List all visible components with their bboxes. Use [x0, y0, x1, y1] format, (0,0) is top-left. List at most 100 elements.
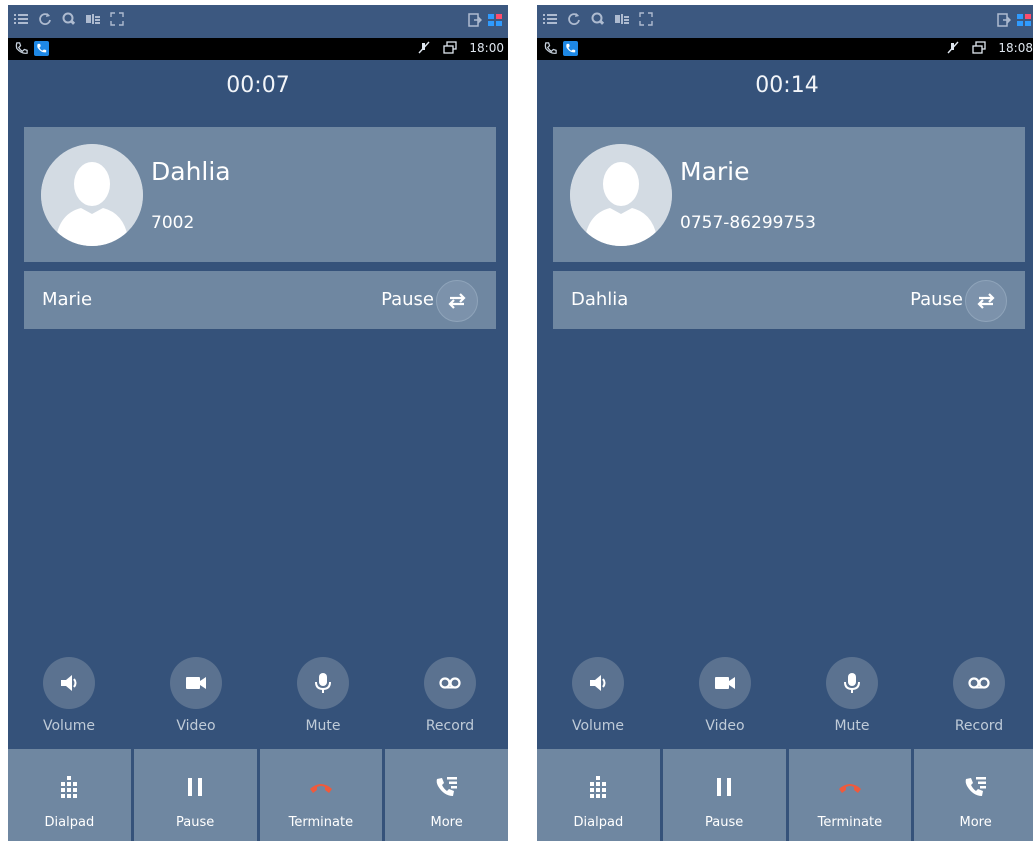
caller-number: 7002: [151, 213, 195, 233]
dialpad-label: Dialpad: [44, 815, 95, 830]
volume-button[interactable]: Volume: [558, 657, 638, 734]
video-icon: [186, 677, 206, 689]
status-bar: 18:08: [537, 38, 1033, 60]
top-bar: [8, 5, 508, 38]
call-actions: Volume Video Mute Record: [537, 657, 1033, 737]
refresh-icon[interactable]: [38, 12, 52, 26]
mic-icon: [315, 673, 331, 693]
call-timer: 00:07: [226, 73, 290, 98]
call-screen-right: 18:08 00:14 Marie 0757-86299753 Dahlia P…: [537, 5, 1033, 841]
mic-icon: [844, 673, 860, 693]
mute-off-icon: [418, 41, 430, 54]
hangup-icon: [309, 784, 332, 793]
status-bar: 18:00: [8, 38, 508, 60]
grid-icon[interactable]: [488, 13, 502, 27]
dialpad-tab[interactable]: Dialpad: [537, 749, 660, 841]
terminate-label: Terminate: [817, 815, 883, 830]
pause-label: Pause: [176, 815, 215, 830]
caller-name: Marie: [680, 157, 750, 186]
more-tab[interactable]: More: [914, 749, 1033, 841]
exit-icon[interactable]: [997, 13, 1011, 27]
volume-label: Volume: [571, 718, 625, 734]
held-call-row[interactable]: Marie Pause: [24, 271, 496, 329]
bottom-toolbar: Dialpad Pause Terminate More: [8, 749, 508, 841]
video-label: Video: [705, 718, 745, 734]
record-button[interactable]: Record: [939, 657, 1019, 734]
swap-icon: [448, 293, 466, 309]
more-tab[interactable]: More: [385, 749, 508, 841]
held-call-row[interactable]: Dahlia Pause: [553, 271, 1025, 329]
more-label: More: [430, 815, 463, 830]
phone-icon: [544, 42, 557, 54]
pause-icon: [717, 778, 732, 796]
mute-label: Mute: [305, 718, 341, 734]
swap-call-button[interactable]: [436, 280, 478, 322]
active-call-icon: [34, 41, 49, 56]
mute-button[interactable]: Mute: [812, 657, 892, 734]
pause-icon: [188, 778, 203, 796]
voicemail-icon: [439, 677, 461, 689]
volume-label: Volume: [42, 718, 96, 734]
pause-tab[interactable]: Pause: [662, 749, 786, 841]
zoom-icon[interactable]: [591, 12, 605, 26]
signal-icon[interactable]: [86, 12, 100, 26]
avatar: [570, 144, 672, 246]
terminate-tab[interactable]: Terminate: [259, 749, 383, 841]
pause-tab[interactable]: Pause: [133, 749, 257, 841]
active-caller-card: Marie 0757-86299753: [553, 127, 1025, 262]
record-button[interactable]: Record: [410, 657, 490, 734]
window-icon: [443, 41, 458, 54]
caller-number: 0757-86299753: [680, 213, 816, 233]
top-bar: [537, 5, 1033, 38]
call-timer: 00:14: [755, 73, 819, 98]
terminate-label: Terminate: [288, 815, 354, 830]
swap-call-button[interactable]: [965, 280, 1007, 322]
volume-button[interactable]: Volume: [29, 657, 109, 734]
avatar: [41, 144, 143, 246]
more-icon: [965, 777, 986, 796]
more-icon: [436, 777, 457, 796]
status-clock: 18:08: [998, 41, 1033, 55]
dialpad-tab[interactable]: Dialpad: [8, 749, 131, 841]
dialpad-label: Dialpad: [573, 815, 624, 830]
volume-icon: [590, 675, 606, 691]
active-call-icon: [563, 41, 578, 56]
exit-icon[interactable]: [468, 13, 482, 27]
swap-icon: [977, 293, 995, 309]
call-screen-left: 18:00 00:07 Dahlia 7002 Marie Pause Volu…: [8, 5, 508, 841]
menu-icon[interactable]: [543, 12, 557, 26]
grid-icon[interactable]: [1017, 13, 1031, 27]
dialpad-icon: [61, 776, 78, 798]
mute-label: Mute: [834, 718, 870, 734]
expand-icon[interactable]: [639, 12, 653, 26]
mute-off-icon: [947, 41, 959, 54]
avatar-silhouette-icon: [41, 144, 143, 246]
video-icon: [715, 677, 735, 689]
caller-name: Dahlia: [151, 157, 231, 186]
signal-icon[interactable]: [615, 12, 629, 26]
volume-icon: [61, 675, 77, 691]
held-caller-name: Dahlia: [571, 289, 629, 310]
dialpad-icon: [590, 776, 607, 798]
video-button[interactable]: Video: [685, 657, 765, 734]
zoom-icon[interactable]: [62, 12, 76, 26]
hangup-icon: [838, 784, 861, 793]
window-icon: [972, 41, 987, 54]
avatar-silhouette-icon: [570, 144, 672, 246]
menu-icon[interactable]: [14, 12, 28, 26]
video-button[interactable]: Video: [156, 657, 236, 734]
mute-button[interactable]: Mute: [283, 657, 363, 734]
voicemail-icon: [968, 677, 990, 689]
record-label: Record: [954, 718, 1004, 734]
pause-label: Pause: [705, 815, 744, 830]
terminate-tab[interactable]: Terminate: [788, 749, 912, 841]
active-caller-card: Dahlia 7002: [24, 127, 496, 262]
more-label: More: [959, 815, 992, 830]
refresh-icon[interactable]: [567, 12, 581, 26]
video-label: Video: [176, 718, 216, 734]
phone-icon: [15, 42, 28, 54]
held-caller-name: Marie: [42, 289, 93, 310]
held-call-status: Pause: [910, 289, 963, 310]
bottom-toolbar: Dialpad Pause Terminate More: [537, 749, 1033, 841]
expand-icon[interactable]: [110, 12, 124, 26]
